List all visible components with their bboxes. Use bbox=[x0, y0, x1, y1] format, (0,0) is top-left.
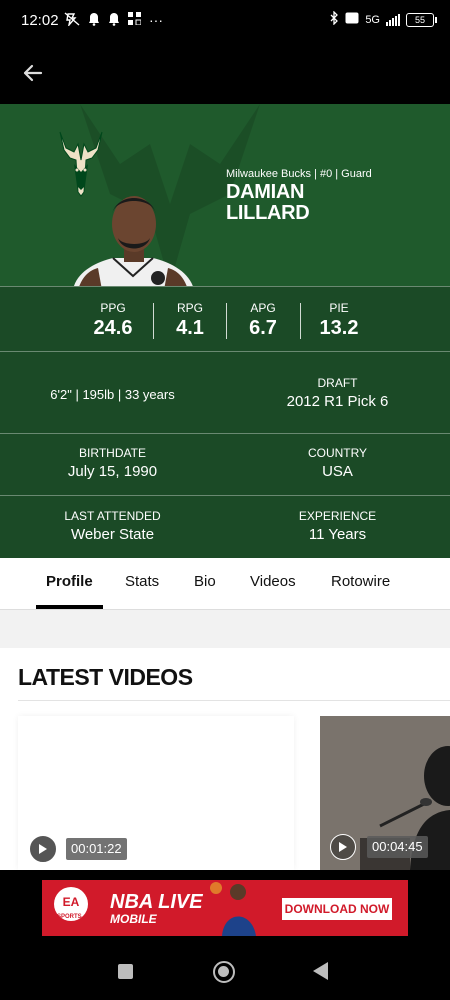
player-photo bbox=[74, 196, 193, 286]
last-attended-value: Weber State bbox=[70, 526, 155, 543]
ad-subtitle: MOBILE bbox=[110, 912, 157, 926]
ad-title: NBA LIVE bbox=[110, 891, 203, 913]
ad-banner[interactable]: EA SPORTS NBA LIVE MOBILE DOWNLOAD NOW bbox=[42, 880, 408, 936]
info-country: COUNTRY USA bbox=[225, 446, 450, 480]
player-name: DAMIAN LILLARD bbox=[226, 181, 310, 224]
system-nav-bar bbox=[0, 942, 450, 1000]
info-experience: EXPERIENCE 11 Years bbox=[225, 509, 450, 543]
info-draft: DRAFT 2012 R1 Pick 6 bbox=[225, 376, 450, 410]
battery-level: 55 bbox=[414, 14, 425, 25]
stat-pie: PIE 13.2 bbox=[304, 301, 374, 340]
download-now-button[interactable]: DOWNLOAD NOW bbox=[282, 898, 392, 920]
recents-icon[interactable] bbox=[118, 964, 133, 979]
divider bbox=[18, 700, 450, 701]
play-icon[interactable] bbox=[330, 834, 356, 860]
tab-bio[interactable]: Bio bbox=[194, 573, 216, 590]
stat-divider bbox=[300, 303, 301, 339]
stat-value: 24.6 bbox=[93, 317, 133, 339]
app-bar bbox=[0, 42, 450, 104]
stats-row: PPG 24.6 RPG 4.1 APG 6.7 PIE 13.2 bbox=[0, 286, 450, 352]
stat-label: PPG bbox=[100, 301, 126, 315]
notification-icons: ··· bbox=[64, 12, 163, 29]
system-icons: 5G 55 bbox=[330, 10, 437, 28]
stat-label: APG bbox=[250, 301, 276, 315]
physical-value: 6'2" | 195lb | 33 years bbox=[50, 387, 175, 402]
signal-icon bbox=[386, 13, 400, 26]
birthdate-value: July 15, 1990 bbox=[67, 463, 158, 480]
latest-videos-section: LATEST VIDEOS 00:01:22 00:04:45 bbox=[0, 648, 450, 870]
draft-value: 2012 R1 Pick 6 bbox=[286, 393, 389, 410]
stat-value: 13.2 bbox=[319, 317, 359, 339]
country-value: USA bbox=[322, 463, 353, 480]
section-title: LATEST VIDEOS bbox=[18, 664, 193, 690]
birthdate-label: BIRTHDATE bbox=[79, 446, 146, 460]
info-row-physical-draft: 6'2" | 195lb | 33 years DRAFT 2012 R1 Pi… bbox=[0, 352, 450, 434]
info-row-school-experience: LAST ATTENDED Weber State EXPERIENCE 11 … bbox=[0, 496, 450, 558]
video-card[interactable]: 00:04:45 bbox=[320, 716, 450, 870]
tab-bar: Profile Stats Bio Videos Rotowire bbox=[0, 558, 450, 610]
home-icon[interactable] bbox=[213, 961, 235, 983]
player-first-name: DAMIAN bbox=[226, 181, 305, 203]
network-label: 5G bbox=[365, 13, 380, 26]
stat-label: PIE bbox=[329, 301, 349, 315]
stat-value: 4.1 bbox=[176, 317, 204, 339]
bluetooth-icon bbox=[330, 10, 339, 28]
info-physical: 6'2" | 195lb | 33 years bbox=[0, 384, 225, 402]
experience-label: EXPERIENCE bbox=[298, 509, 377, 523]
player-hero: Milwaukee Bucks | #0 | Guard DAMIAN LILL… bbox=[0, 104, 450, 286]
stat-rpg: RPG 4.1 bbox=[155, 301, 225, 340]
last-attended-label: LAST ATTENDED bbox=[64, 509, 161, 523]
more-icon: ··· bbox=[149, 12, 163, 28]
tab-videos[interactable]: Videos bbox=[250, 573, 296, 590]
draft-label: DRAFT bbox=[317, 376, 358, 390]
battery-icon: 55 bbox=[406, 12, 437, 27]
status-bar: 12:02 ··· 5G 55 bbox=[0, 0, 450, 42]
ad-logo-sub: SPORTS bbox=[57, 914, 82, 920]
info-birthdate: BIRTHDATE July 15, 1990 bbox=[0, 446, 225, 480]
stat-ppg: PPG 24.6 bbox=[78, 301, 148, 340]
arrow-left-icon[interactable] bbox=[18, 58, 48, 88]
bell-icon bbox=[108, 12, 120, 29]
tab-profile[interactable]: Profile bbox=[46, 573, 93, 590]
volte-icon bbox=[345, 12, 359, 27]
ad-player-figure bbox=[210, 882, 256, 936]
stat-value: 6.7 bbox=[249, 317, 277, 339]
status-time: 12:02 bbox=[21, 12, 59, 29]
experience-value: 11 Years bbox=[308, 526, 367, 543]
info-row-birth-country: BIRTHDATE July 15, 1990 COUNTRY USA bbox=[0, 434, 450, 496]
stat-divider bbox=[153, 303, 154, 339]
stat-apg: APG 6.7 bbox=[228, 301, 298, 340]
mute-icon bbox=[64, 12, 80, 29]
stat-divider bbox=[226, 303, 227, 339]
player-team-line: Milwaukee Bucks | #0 | Guard bbox=[226, 168, 372, 180]
ad-logo-text: EA bbox=[62, 895, 80, 909]
tab-rotowire[interactable]: Rotowire bbox=[331, 573, 390, 590]
ad-area: EA SPORTS NBA LIVE MOBILE DOWNLOAD NOW bbox=[0, 870, 450, 942]
video-duration: 00:04:45 bbox=[367, 836, 428, 858]
bell-icon bbox=[88, 12, 100, 29]
stat-label: RPG bbox=[176, 301, 203, 315]
video-duration: 00:01:22 bbox=[66, 838, 127, 860]
screen: 12:02 ··· 5G 55 Milwaukee Bucks | #0 | G… bbox=[0, 0, 450, 1000]
video-card[interactable]: 00:01:22 bbox=[18, 716, 294, 870]
player-last-name: LILLARD bbox=[226, 202, 310, 224]
tab-stats[interactable]: Stats bbox=[125, 573, 159, 590]
country-label: COUNTRY bbox=[307, 446, 368, 460]
grid-icon bbox=[128, 12, 142, 29]
info-last-attended: LAST ATTENDED Weber State bbox=[0, 509, 225, 543]
play-icon[interactable] bbox=[30, 836, 56, 862]
active-tab-indicator bbox=[36, 605, 103, 609]
section-spacer bbox=[0, 610, 450, 648]
back-triangle-icon[interactable] bbox=[313, 962, 328, 980]
